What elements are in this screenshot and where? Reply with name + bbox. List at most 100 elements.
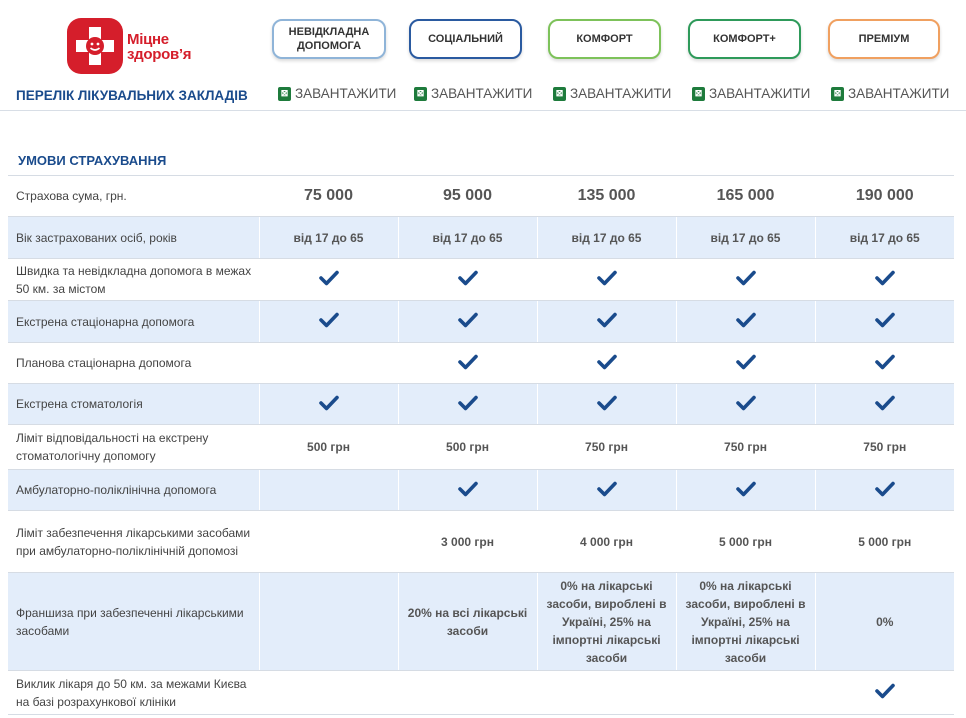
checkmark-cell (675, 469, 815, 511)
checkmark-cell (814, 469, 954, 511)
checkmark-icon (735, 270, 756, 286)
value-cell (258, 572, 398, 671)
checkmark-cell (258, 383, 398, 425)
checkmark-cell (536, 258, 676, 301)
plan-button[interactable]: КОМФОРТ (548, 19, 661, 59)
table-row: Екстрена стаціонарна допомога (8, 300, 954, 343)
value-cell: від 17 до 65 (258, 216, 398, 259)
checkmark-icon (318, 270, 339, 286)
checkmark-icon (735, 354, 756, 369)
brand-logo[interactable]: Міцне здоров’я (67, 18, 227, 76)
plan-button[interactable]: СОЦІАЛЬНИЙ (409, 19, 522, 59)
table-row: Екстрена стоматологія (8, 383, 954, 425)
download-link[interactable]: ⊠ ЗАВАНТАЖИТИ (692, 86, 810, 101)
checkmark-icon (457, 312, 478, 328)
divider (0, 110, 966, 111)
checkmark-icon (596, 481, 617, 496)
download-link[interactable]: ⊠ ЗАВАНТАЖИТИ (414, 86, 532, 101)
value-cell: 0% (814, 572, 954, 671)
download-label: ЗАВАНТАЖИТИ (295, 86, 397, 101)
brand-line2: здоров’я (127, 46, 192, 63)
checkmark-cell (397, 258, 537, 301)
row-label: Екстрена стаціонарна допомога (8, 300, 259, 343)
plan-button[interactable]: КОМФОРТ+ (688, 19, 801, 59)
row-label: Ліміт відповідальності на екстрену стома… (8, 424, 259, 470)
checkmark-cell (814, 300, 954, 343)
checkmark-cell (536, 342, 676, 384)
checkmark-cell (397, 469, 537, 511)
table-row: Страхова сума, грн. 75 000 95 000 135 000 16… (8, 175, 954, 217)
table-row: Планова стаціонарна допомога (8, 342, 954, 384)
value-cell: 500 грн (397, 424, 537, 470)
clinics-list-title: ПЕРЕЛІК ЛІКУВАЛЬНИХ ЗАКЛАДІВ (16, 88, 248, 103)
checkmark-icon (457, 270, 478, 286)
checkmark-cell (675, 258, 815, 301)
table-row: Амбулаторно-поліклінічна допомога (8, 469, 954, 511)
download-label: ЗАВАНТАЖИТИ (431, 86, 533, 101)
value-cell: 750 грн (536, 424, 676, 470)
table-row: Швидка та невідкладна допомога в межах 5… (8, 258, 954, 301)
checkmark-icon (874, 395, 895, 410)
checkmark-icon (457, 395, 478, 410)
checkmark-cell (397, 342, 537, 384)
download-link[interactable]: ⊠ ЗАВАНТАЖИТИ (831, 86, 949, 101)
checkmark-icon (318, 395, 339, 410)
checkmark-icon (596, 312, 617, 328)
brand-line1: Міцне (127, 31, 169, 48)
row-label: Страхова сума, грн. (8, 175, 259, 217)
checkmark-icon (735, 312, 756, 328)
checkmark-cell (814, 342, 954, 384)
value-cell (258, 342, 398, 384)
table-row: Франшиза при забезпеченні лікарськими за… (8, 572, 954, 671)
value-cell: від 17 до 65 (675, 216, 815, 259)
row-label: Планова стаціонарна допомога (8, 342, 259, 384)
value-cell: 190 000 (814, 175, 954, 217)
download-label: ЗАВАНТАЖИТИ (848, 86, 950, 101)
value-cell: від 17 до 65 (536, 216, 676, 259)
value-cell: 4 000 грн (536, 510, 676, 573)
value-cell: 500 грн (258, 424, 398, 470)
checkmark-icon (457, 481, 478, 496)
value-cell (536, 670, 676, 715)
checkmark-icon (874, 683, 895, 699)
value-cell: 75 000 (258, 175, 398, 217)
value-cell: 5 000 грн (814, 510, 954, 573)
value-cell: 0% на лікарські засоби, вироблені в Укра… (675, 572, 815, 671)
checkmark-icon (874, 354, 895, 369)
table-row: Вік застрахованих осіб, років від 17 до 6… (8, 216, 954, 259)
value-cell (258, 469, 398, 511)
value-cell: 95 000 (397, 175, 537, 217)
checkmark-cell (536, 469, 676, 511)
value-cell: від 17 до 65 (814, 216, 954, 259)
checkmark-cell (258, 300, 398, 343)
checkmark-icon (874, 481, 895, 496)
value-cell (258, 510, 398, 573)
checkmark-cell (397, 300, 537, 343)
insurance-terms-table: Страхова сума, грн. 75 000 95 000 135 000 16… (8, 175, 954, 715)
checkmark-cell (814, 258, 954, 301)
download-label: ЗАВАНТАЖИТИ (570, 86, 672, 101)
checkmark-cell (814, 383, 954, 425)
value-cell: 5 000 грн (675, 510, 815, 573)
excel-icon: ⊠ (553, 86, 566, 101)
value-cell: 3 000 грн (397, 510, 537, 573)
checkmark-icon (735, 395, 756, 410)
row-label: Швидка та невідкладна допомога в межах 5… (8, 258, 259, 301)
download-link[interactable]: ⊠ ЗАВАНТАЖИТИ (278, 86, 396, 101)
table-row: Виклик лікаря до 50 км. за межами Києва … (8, 670, 954, 715)
download-label: ЗАВАНТАЖИТИ (709, 86, 811, 101)
checkmark-icon (874, 312, 895, 328)
download-link[interactable]: ⊠ ЗАВАНТАЖИТИ (553, 86, 671, 101)
brand-cross-icon (67, 18, 123, 74)
plan-button[interactable]: ПРЕМІУМ (828, 19, 940, 59)
checkmark-icon (735, 481, 756, 496)
checkmark-icon (596, 395, 617, 410)
plan-button[interactable]: НЕВІДКЛАДНА ДОПОМОГА (272, 19, 386, 59)
insurance-terms-title: УМОВИ СТРАХУВАННЯ (18, 153, 167, 168)
value-cell: від 17 до 65 (397, 216, 537, 259)
value-cell: 750 грн (814, 424, 954, 470)
checkmark-cell (675, 342, 815, 384)
value-cell: 135 000 (536, 175, 676, 217)
excel-icon: ⊠ (278, 86, 291, 101)
checkmark-cell (397, 383, 537, 425)
